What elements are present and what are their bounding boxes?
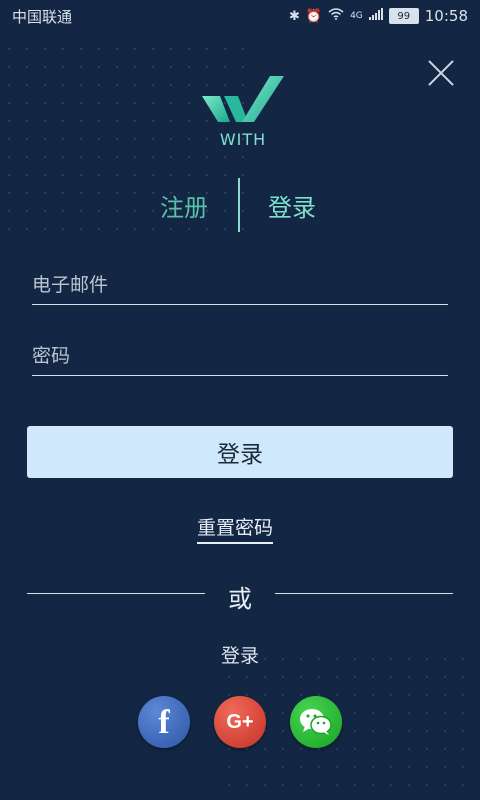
or-label: 或 <box>228 585 252 613</box>
signal-icon <box>368 8 383 24</box>
wechat-login-button[interactable] <box>290 696 342 748</box>
wechat-icon <box>300 709 332 735</box>
password-field-container <box>32 341 448 376</box>
status-indicators: ✱ ⏰ 4G 99 10:58 <box>289 7 468 25</box>
reset-password-link[interactable]: 重置密码 <box>197 513 274 544</box>
email-field-container <box>32 270 448 305</box>
wifi-icon <box>328 8 344 24</box>
clock: 10:58 <box>424 7 468 25</box>
logo-text: WITH <box>219 130 267 149</box>
email-field[interactable] <box>32 270 448 300</box>
divider-line-right <box>275 593 453 594</box>
auth-tabs: 注册 登录 <box>0 176 480 236</box>
battery-level: 99 <box>397 10 411 22</box>
login-button[interactable]: 登录 <box>27 426 453 478</box>
network-type-label: 4G <box>350 11 363 21</box>
google-plus-icon: G+ <box>226 710 254 733</box>
carrier-label: 中国联通 <box>12 7 73 26</box>
google-plus-login-button[interactable]: G+ <box>214 696 266 748</box>
close-icon[interactable] <box>426 58 456 88</box>
tab-login[interactable]: 登录 <box>268 188 316 223</box>
status-bar: 中国联通 ✱ ⏰ 4G 99 10:58 <box>0 0 480 32</box>
facebook-login-button[interactable]: f <box>138 696 190 748</box>
social-login-buttons: f G+ <box>138 696 342 748</box>
bluetooth-icon: ✱ <box>288 8 300 24</box>
social-login-label: 登录 <box>220 645 259 667</box>
alarm-icon: ⏰ <box>305 8 323 24</box>
logo-w-mark <box>202 76 284 122</box>
tab-register[interactable]: 注册 <box>160 188 208 223</box>
password-field[interactable] <box>32 341 448 371</box>
or-divider: 或 <box>27 576 453 613</box>
tab-divider <box>238 178 240 232</box>
brand-logo: WITH <box>198 76 288 149</box>
facebook-icon: f <box>158 704 170 741</box>
battery-icon: 99 <box>388 8 419 24</box>
